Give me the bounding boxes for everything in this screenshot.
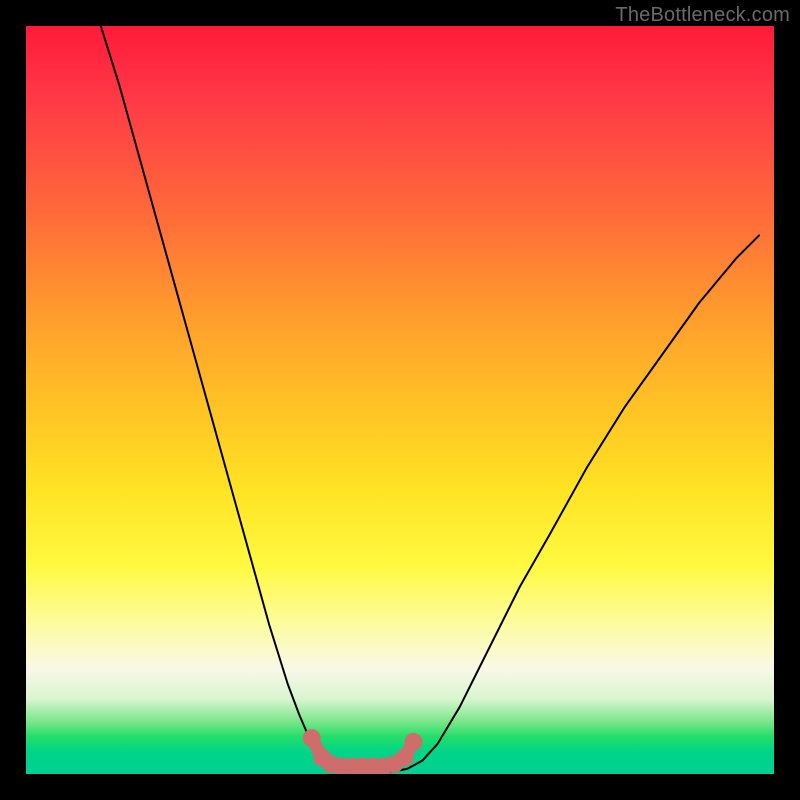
bottleneck-curve-chart	[26, 26, 774, 774]
watermark-text: TheBottleneck.com	[615, 4, 790, 27]
chart-frame: TheBottleneck.com	[0, 0, 800, 800]
valley-marker-dot	[395, 749, 413, 767]
valley-marker-dot	[303, 729, 321, 747]
curve-line	[101, 26, 759, 773]
valley-marker-dot	[404, 733, 422, 751]
plot-area	[26, 26, 774, 774]
